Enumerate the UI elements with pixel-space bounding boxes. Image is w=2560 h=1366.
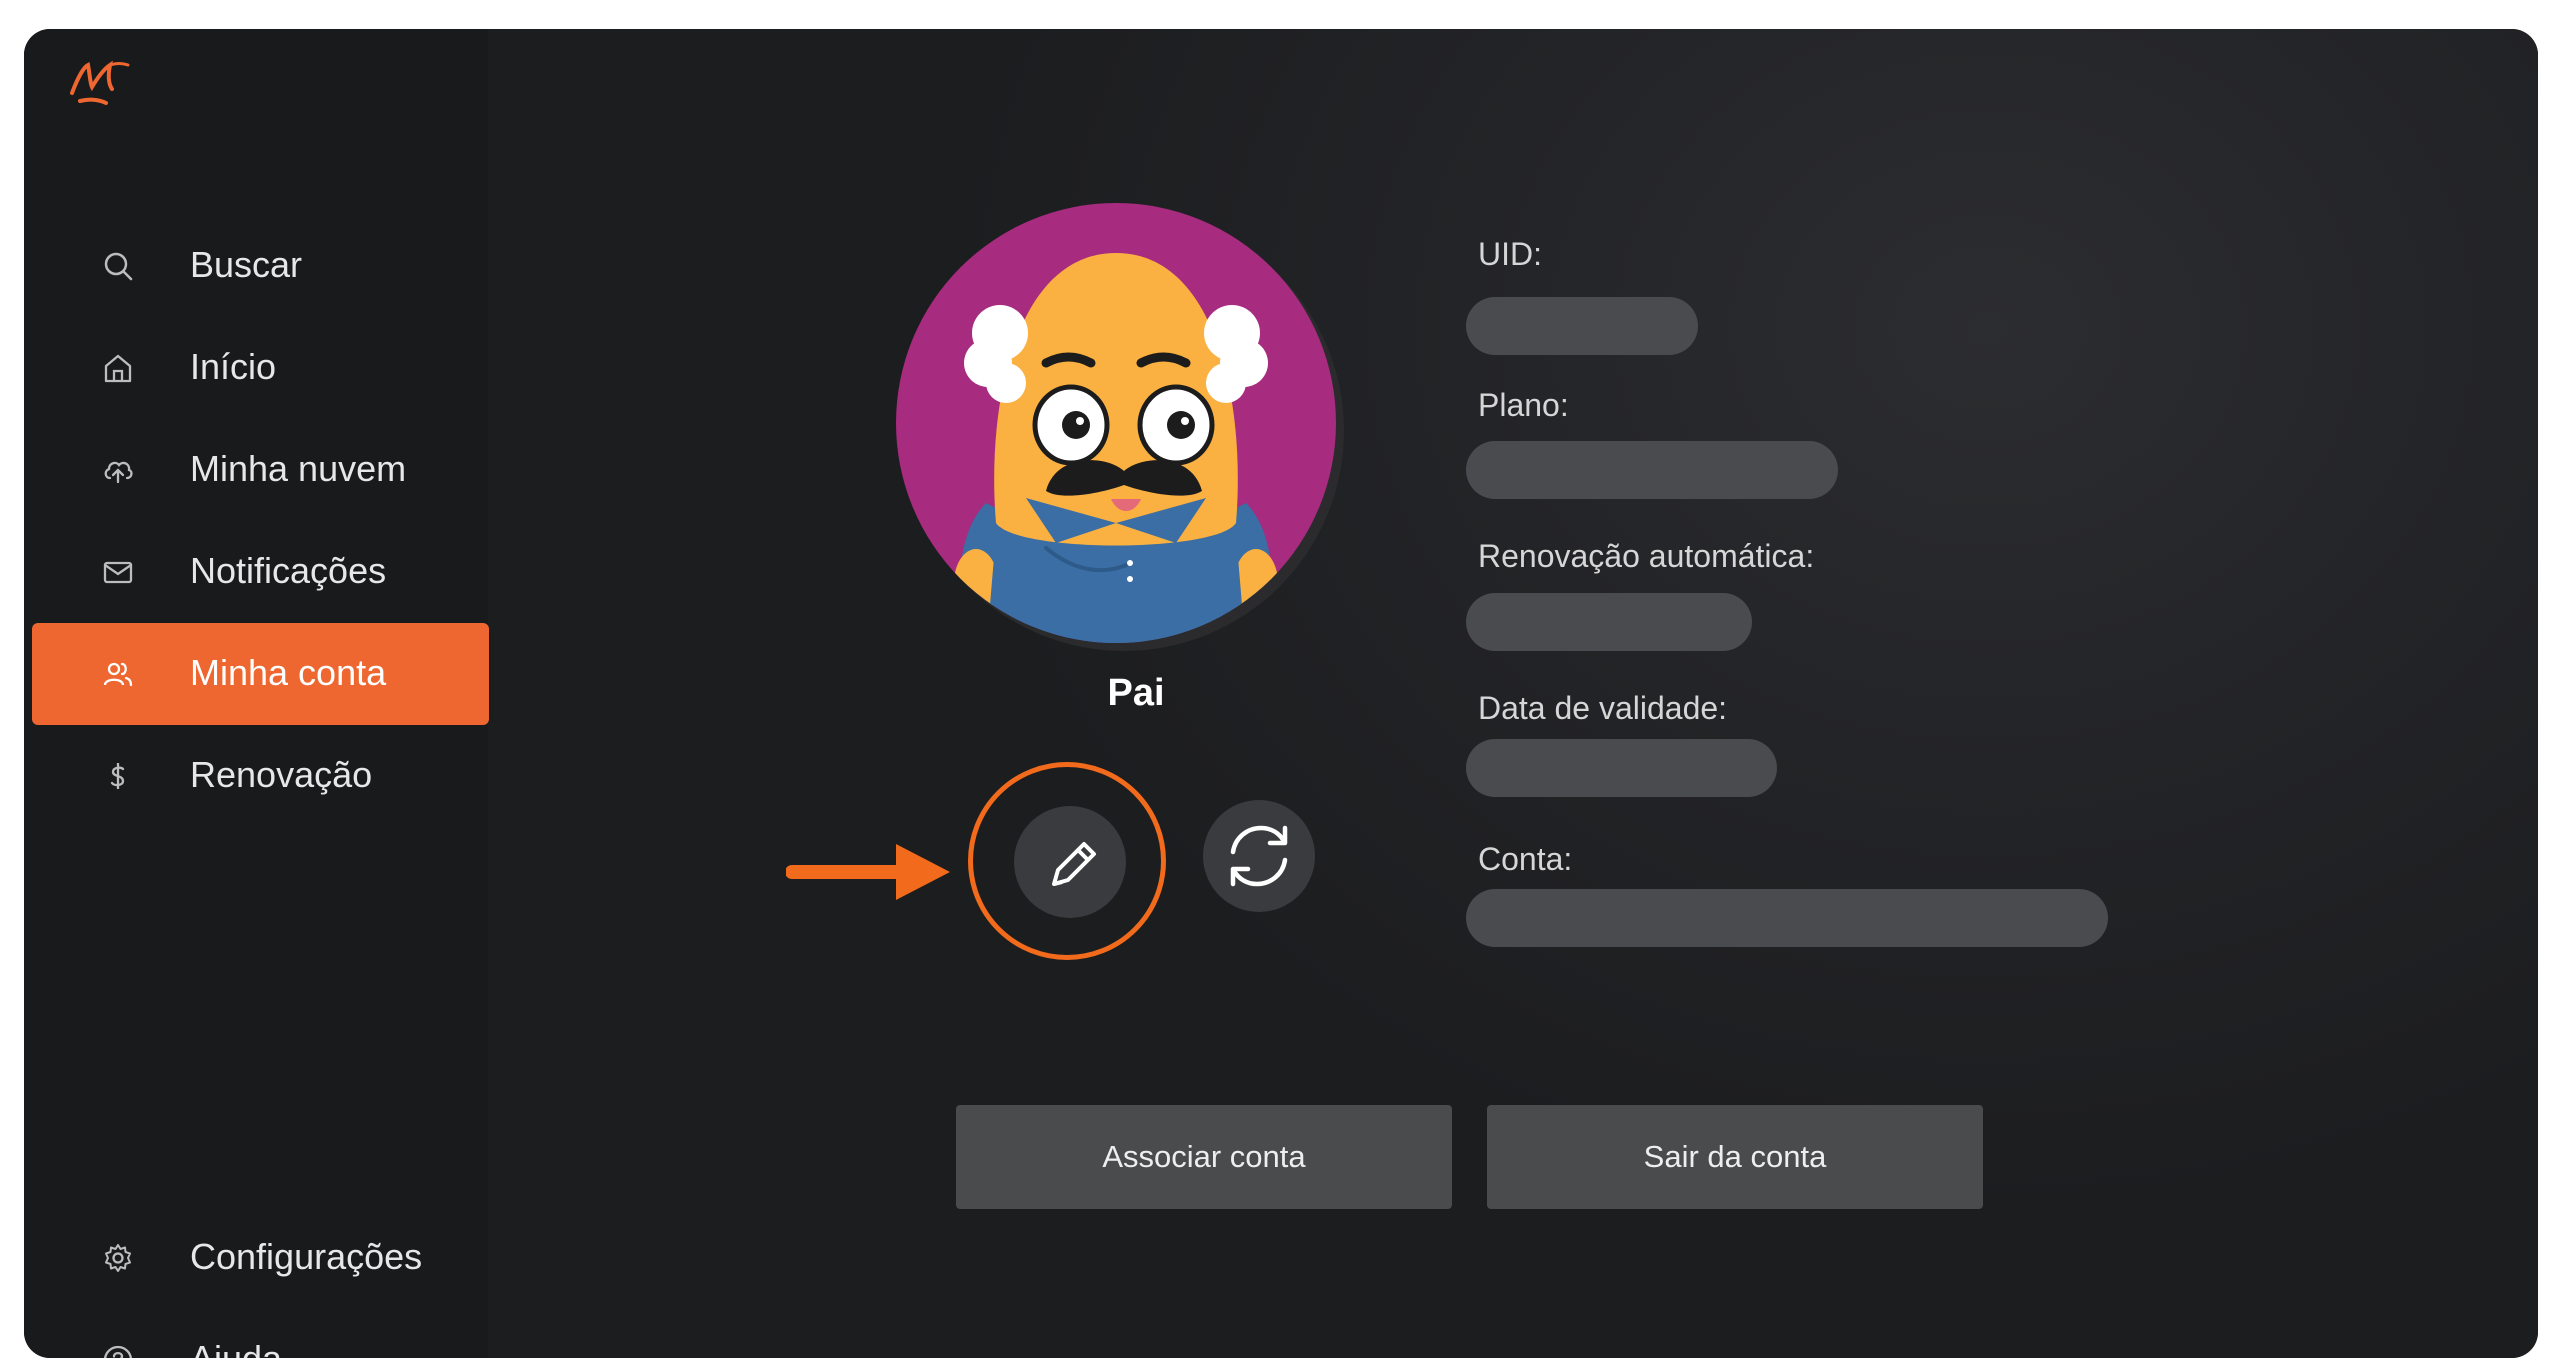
account-label: Conta: <box>1478 841 1573 877</box>
sidebar-item-label: Ajuda <box>190 1339 282 1359</box>
home-icon <box>104 354 132 383</box>
cloud-upload-icon <box>104 461 133 484</box>
sidebar-item-ajuda[interactable]: Ajuda <box>32 1309 489 1358</box>
uid-label: UID: <box>1478 236 1542 272</box>
sidebar-item-label: Renovação <box>190 754 373 795</box>
search-icon <box>104 252 133 281</box>
pointer-arrow-icon <box>786 844 950 900</box>
sidebar-item-inicio[interactable]: Início <box>32 317 489 419</box>
help-icon <box>103 1345 133 1358</box>
sidebar-item-label: Configurações <box>190 1236 423 1277</box>
sidebar-item-minha-nuvem[interactable]: Minha nuvem <box>32 419 489 521</box>
sidebar-item-configuracoes[interactable]: Configurações <box>32 1207 489 1309</box>
uid-value <box>1466 297 1698 355</box>
sidebar-item-label: Início <box>190 346 277 387</box>
sidebar-item-label: Minha nuvem <box>190 448 407 489</box>
account-value <box>1466 889 2108 947</box>
sidebar-item-buscar[interactable]: Buscar <box>32 215 489 317</box>
app-logo[interactable] <box>62 47 134 119</box>
associate-account-button[interactable]: Associar conta <box>956 1105 1452 1209</box>
plan-label: Plano: <box>1478 387 1569 423</box>
auto-renewal-label: Renovação automática: <box>1478 538 1815 574</box>
sidebar-item-label: Minha conta <box>190 652 387 693</box>
expiry-date-value <box>1466 739 1777 797</box>
sidebar-item-label: Notificações <box>190 550 387 591</box>
mail-icon <box>103 561 133 584</box>
auto-renewal-value <box>1466 593 1752 651</box>
profile-name: Pai <box>1107 672 1165 714</box>
users-icon <box>103 662 133 687</box>
plan-value <box>1466 441 1838 499</box>
sidebar-item-renovacao[interactable]: Renovação <box>32 725 489 827</box>
sidebar-item-minha-conta[interactable]: Minha conta <box>32 623 489 725</box>
sidebar: Buscar Início Minha nuvem Notificações M… <box>24 29 489 1358</box>
sidebar-item-label: Buscar <box>190 244 303 285</box>
refresh-icon <box>1230 825 1288 887</box>
sidebar-item-notificacoes[interactable]: Notificações <box>32 521 489 623</box>
profile-avatar[interactable] <box>896 203 1346 653</box>
gear-icon <box>105 1244 131 1272</box>
logout-button[interactable]: Sair da conta <box>1487 1105 1983 1209</box>
switch-profile-button[interactable] <box>1203 800 1315 912</box>
highlight-ring <box>968 762 1166 960</box>
dollar-icon <box>110 763 125 789</box>
expiry-date-label: Data de validade: <box>1478 690 1728 726</box>
